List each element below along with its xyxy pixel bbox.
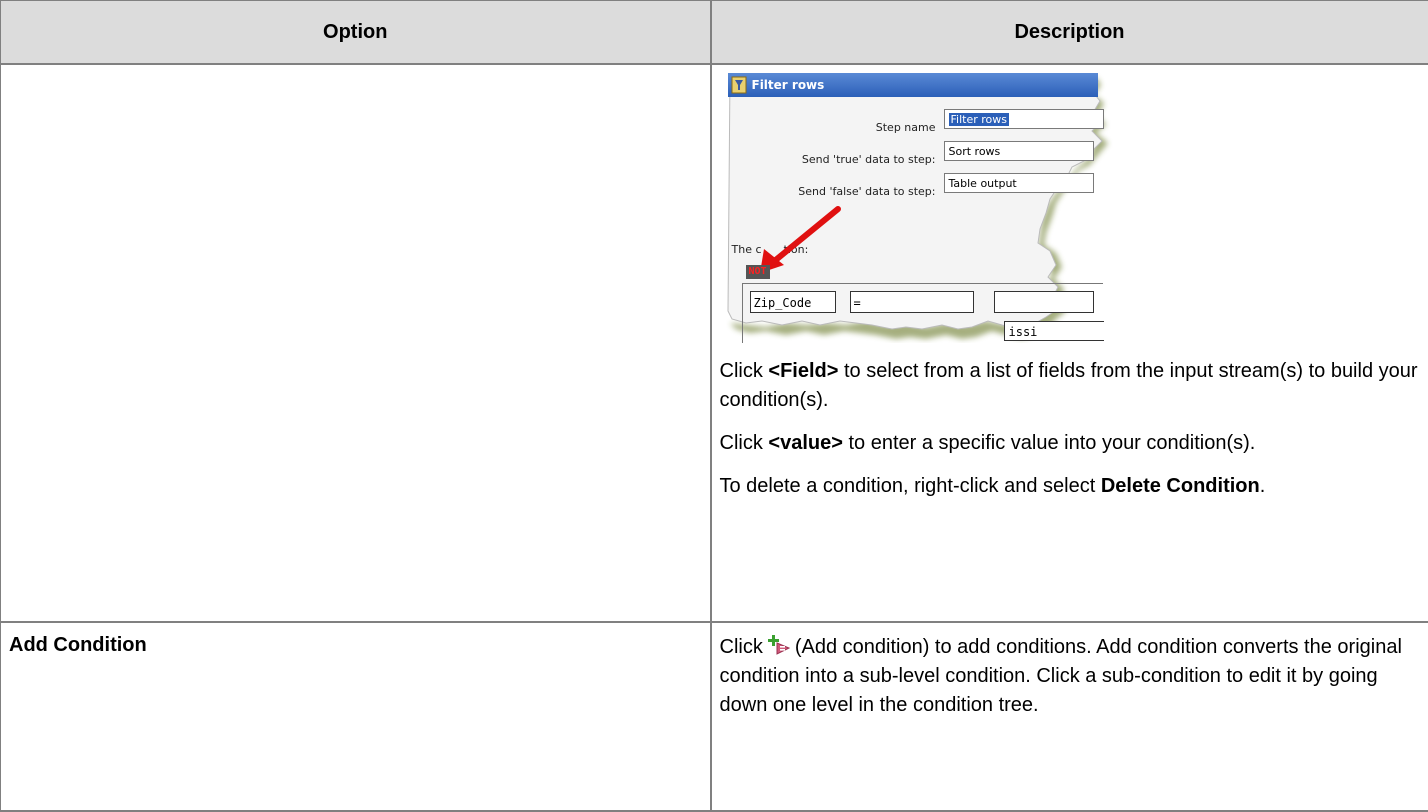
option-cell: Add Condition [1, 622, 711, 811]
options-table: Option Description [0, 0, 1428, 812]
not-toggle[interactable]: NOT [746, 265, 770, 279]
add-condition-description: Click (Add condition) to add conditions.… [720, 633, 1420, 720]
step-name-input[interactable]: Filter rows [944, 109, 1104, 129]
operator-selector[interactable]: = [850, 291, 974, 313]
dialog-title: Filter rows [752, 73, 825, 97]
filter-icon [731, 76, 747, 94]
dialog-titlebar: Filter rows [728, 73, 1098, 97]
field-instruction: Click <Field> to select from a list of f… [720, 357, 1420, 415]
description-cell: Click (Add condition) to add conditions.… [711, 622, 1428, 811]
table-row: Filter rows Step name Filter rows Send '… [1, 64, 1428, 622]
partial-text: issi [1004, 321, 1104, 341]
false-step-select[interactable]: Table output [944, 173, 1094, 193]
step-name-label: Step name [786, 113, 936, 142]
filter-rows-dialog: Filter rows Step name Filter rows Send '… [726, 73, 1116, 343]
description-cell: Filter rows Step name Filter rows Send '… [711, 64, 1428, 622]
true-step-select[interactable]: Sort rows [944, 141, 1094, 161]
false-step-label: Send 'false' data to step: [746, 177, 936, 206]
description-column-header: Description [711, 1, 1428, 65]
option-cell [1, 64, 711, 622]
add-condition-icon [767, 634, 791, 656]
filter-rows-screenshot: Filter rows Step name Filter rows Send '… [726, 73, 1116, 343]
option-column-header: Option [1, 1, 711, 65]
delete-instruction: To delete a condition, right-click and s… [720, 472, 1420, 501]
table-header-row: Option Description [1, 1, 1428, 65]
field-selector[interactable]: Zip_Code [750, 291, 836, 313]
table-row: Add Condition Click (Add condition) to a… [1, 622, 1428, 811]
value-instruction: Click <value> to enter a specific value … [720, 429, 1420, 458]
true-step-label: Send 'true' data to step: [746, 145, 936, 174]
value-selector[interactable] [994, 291, 1094, 313]
step-name-value: Filter rows [949, 113, 1009, 126]
